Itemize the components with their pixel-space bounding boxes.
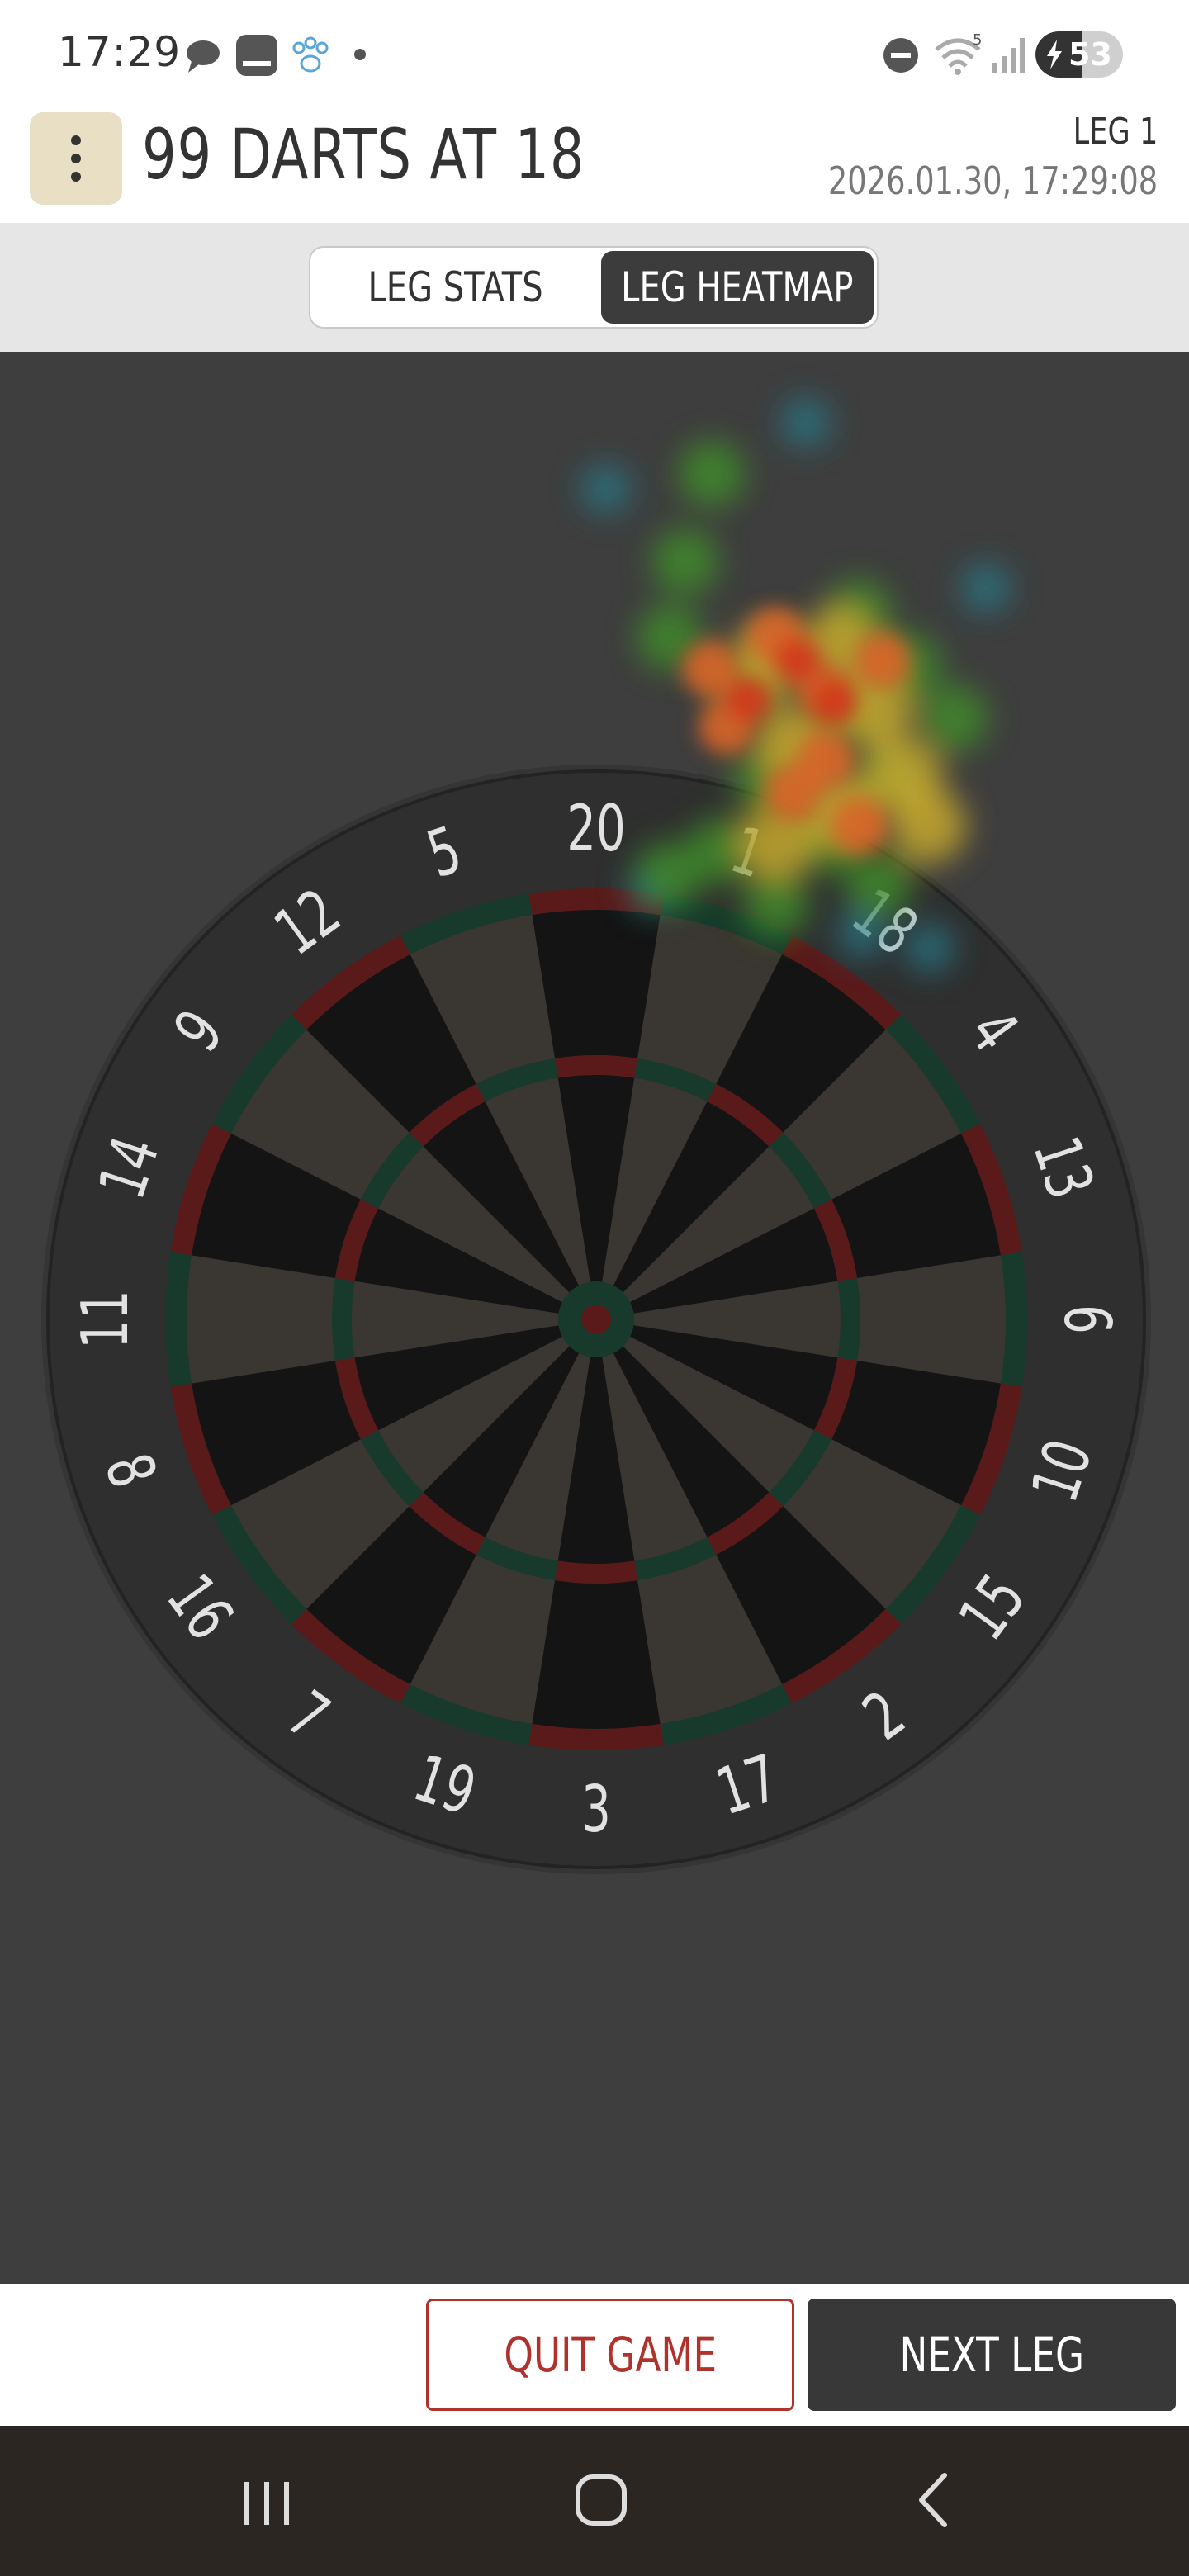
menu-button[interactable] xyxy=(30,112,122,205)
heat-spot-green xyxy=(921,685,988,751)
next-leg-label: NEXT LEG xyxy=(899,2327,1084,2383)
status-bar: 17:29 5 53 xyxy=(0,0,1189,107)
triple-ring-segment-20 xyxy=(554,1055,638,1078)
heat-spot-green xyxy=(846,852,912,918)
wifi-icon: 5 xyxy=(935,33,982,75)
board-number-3: 3 xyxy=(581,1773,611,1848)
wifi-badge: 5 xyxy=(973,33,982,49)
triple-ring-segment-3 xyxy=(554,1560,638,1584)
heat-spot-cool xyxy=(961,563,1011,613)
tab-strip: LEG STATS LEG HEATMAP xyxy=(0,223,1189,352)
gallery-icon xyxy=(236,35,277,76)
signal-icon xyxy=(992,38,1025,73)
outer-single-segment-11 xyxy=(187,1255,335,1384)
app-header: 99 DARTS AT 18 LEG 1 2026.01.30, 17:29:0… xyxy=(0,107,1189,223)
heat-spot-cool xyxy=(781,398,831,447)
heat-spot-orange xyxy=(855,632,912,689)
page-title: 99 DARTS AT 18 xyxy=(142,114,585,195)
heat-spot-hot xyxy=(775,637,821,684)
battery-charging-icon: 53 xyxy=(1035,31,1123,78)
bullseye xyxy=(581,1305,611,1334)
tab-leg-stats-label: LEG STATS xyxy=(367,263,544,311)
board-number-11: 11 xyxy=(69,1290,144,1348)
heat-spot-hot xyxy=(725,677,771,723)
tab-leg-heatmap[interactable]: LEG HEATMAP xyxy=(601,251,874,324)
status-time: 17:29 xyxy=(58,28,182,76)
quit-game-label: QUIT GAME xyxy=(504,2327,717,2383)
tab-leg-stats[interactable]: LEG STATS xyxy=(315,251,596,324)
recent-apps-icon[interactable] xyxy=(218,2459,317,2541)
quit-game-button[interactable]: QUIT GAME xyxy=(426,2299,794,2411)
board-number-20: 20 xyxy=(566,792,625,867)
leg-label: LEG 1 xyxy=(1073,111,1158,153)
tab-leg-heatmap-label: LEG HEATMAP xyxy=(621,263,854,311)
footer: QUIT GAME NEXT LEG xyxy=(0,2284,1189,2426)
back-icon[interactable] xyxy=(885,2459,984,2541)
triple-ring-segment-11 xyxy=(331,1277,355,1361)
dartboard: 2011841361015217319716811149125 xyxy=(41,398,1151,1874)
next-leg-button[interactable]: NEXT LEG xyxy=(808,2299,1176,2411)
do-not-disturb-icon xyxy=(883,38,918,73)
outer-single-segment-3 xyxy=(532,1580,661,1729)
notification-dot-icon xyxy=(354,49,366,60)
chat-bubble-icon xyxy=(187,40,220,73)
heat-spot-green xyxy=(679,441,745,507)
heat-spot-yellow xyxy=(890,788,966,864)
heat-spot-green xyxy=(652,528,718,594)
board-number-6: 6 xyxy=(1049,1305,1125,1334)
outer-single-segment-20 xyxy=(532,910,661,1058)
tab-group: LEG STATS LEG HEATMAP xyxy=(309,246,879,329)
heat-spot-hot xyxy=(811,679,857,725)
heatmap-area: 2011841361015217319716811149125 xyxy=(0,352,1189,2284)
heat-spot-cool xyxy=(581,464,631,514)
battery-level: 53 xyxy=(1068,36,1112,73)
more-vertical-icon-dot xyxy=(71,172,81,182)
leg-datetime: 2026.01.30, 17:29:08 xyxy=(827,159,1158,203)
heat-spot-orange xyxy=(765,765,821,821)
heat-spot-green xyxy=(636,842,702,908)
paw-icon xyxy=(292,36,329,73)
heatmap-overlay xyxy=(581,398,1011,973)
system-nav-bar xyxy=(0,2426,1189,2576)
heat-spot-cool xyxy=(905,923,955,973)
outer-single-segment-6 xyxy=(857,1255,1006,1384)
more-vertical-icon xyxy=(71,135,81,145)
triple-ring-segment-6 xyxy=(837,1277,861,1361)
heat-spot-orange xyxy=(831,798,887,854)
home-icon[interactable] xyxy=(548,2459,647,2541)
more-vertical-icon-dot xyxy=(71,154,81,163)
